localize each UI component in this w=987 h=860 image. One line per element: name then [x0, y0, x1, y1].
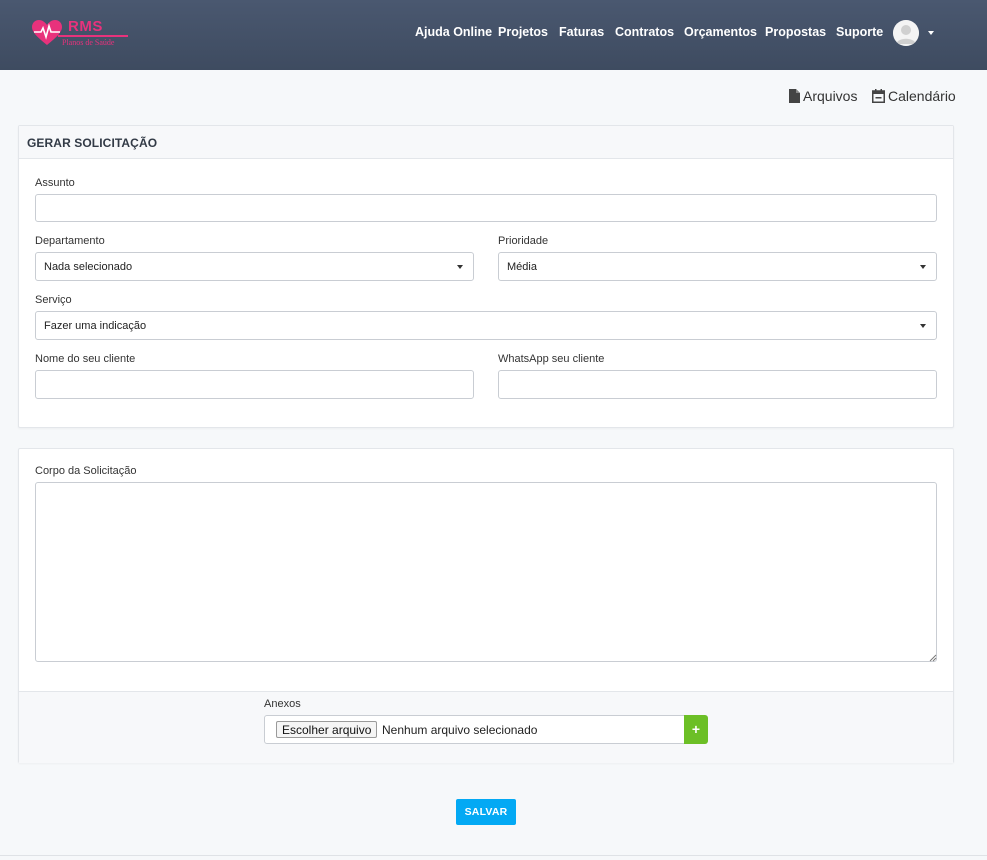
- client-name-input[interactable]: [35, 370, 474, 399]
- add-attachment-button[interactable]: +: [684, 715, 708, 744]
- nav-item-contratos[interactable]: Contratos: [615, 25, 674, 39]
- service-select-value: Fazer uma indicação: [44, 320, 147, 332]
- panel-title: GERAR SOLICITAÇÃO: [19, 126, 953, 159]
- request-form-panel: GERAR SOLICITAÇÃO Assunto Departamento N…: [18, 125, 954, 428]
- nav-item-ajuda-online[interactable]: Ajuda Online: [415, 25, 492, 39]
- file-input[interactable]: Escolher arquivo Nenhum arquivo selecion…: [264, 715, 685, 744]
- subject-input[interactable]: [35, 194, 937, 222]
- chevron-down-icon: [920, 324, 926, 328]
- chevron-down-icon: [920, 265, 926, 269]
- client-whatsapp-input[interactable]: [498, 370, 937, 399]
- request-body-panel: Corpo da Solicitação Anexos Escolher arq…: [18, 448, 954, 763]
- footer-divider: [0, 855, 987, 856]
- service-label: Serviço: [35, 294, 72, 306]
- nav-item-projetos[interactable]: Projetos: [498, 25, 548, 39]
- file-icon: [789, 89, 800, 103]
- nav-item-propostas[interactable]: Propostas: [765, 25, 826, 39]
- attachments-section: Anexos Escolher arquivo Nenhum arquivo s…: [19, 691, 953, 763]
- priority-select[interactable]: Média: [498, 252, 937, 281]
- nav-menu: Ajuda Online Projetos Faturas Contratos …: [0, 25, 987, 45]
- user-avatar[interactable]: [893, 20, 919, 46]
- nav-item-suporte[interactable]: Suporte: [836, 25, 883, 39]
- nav-item-orcamentos[interactable]: Orçamentos: [684, 25, 757, 39]
- file-status-text: Nenhum arquivo selecionado: [382, 723, 538, 737]
- choose-file-button[interactable]: Escolher arquivo: [276, 721, 378, 738]
- subject-label: Assunto: [35, 177, 75, 189]
- files-link-label: Arquivos: [803, 88, 858, 104]
- department-select-value: Nada selecionado: [44, 261, 133, 273]
- calendar-link[interactable]: Calendário: [872, 88, 956, 104]
- attachments-label: Anexos: [264, 698, 301, 710]
- top-navbar: RMS Planos de Saúde Ajuda Online Projeto…: [0, 0, 987, 70]
- priority-label: Prioridade: [498, 235, 549, 247]
- resize-handle-icon[interactable]: [929, 654, 937, 662]
- chevron-down-icon: [457, 265, 463, 269]
- user-silhouette-icon: [893, 20, 919, 46]
- department-select[interactable]: Nada selecionado: [35, 252, 474, 281]
- nav-item-faturas[interactable]: Faturas: [559, 25, 604, 39]
- plus-icon: +: [691, 721, 701, 737]
- client-whatsapp-label: WhatsApp seu cliente: [498, 353, 605, 365]
- calendar-icon: [872, 89, 885, 103]
- files-link[interactable]: Arquivos: [789, 88, 857, 104]
- body-label: Corpo da Solicitação: [35, 465, 137, 477]
- service-select[interactable]: Fazer uma indicação: [35, 311, 937, 340]
- calendar-link-label: Calendário: [888, 88, 956, 104]
- department-label: Departamento: [35, 235, 105, 247]
- user-menu-chevron-down-icon[interactable]: [928, 31, 934, 35]
- save-button[interactable]: SALVAR: [456, 799, 516, 825]
- body-textarea[interactable]: [35, 482, 937, 662]
- priority-select-value: Média: [507, 261, 537, 273]
- client-name-label: Nome do seu cliente: [35, 353, 136, 365]
